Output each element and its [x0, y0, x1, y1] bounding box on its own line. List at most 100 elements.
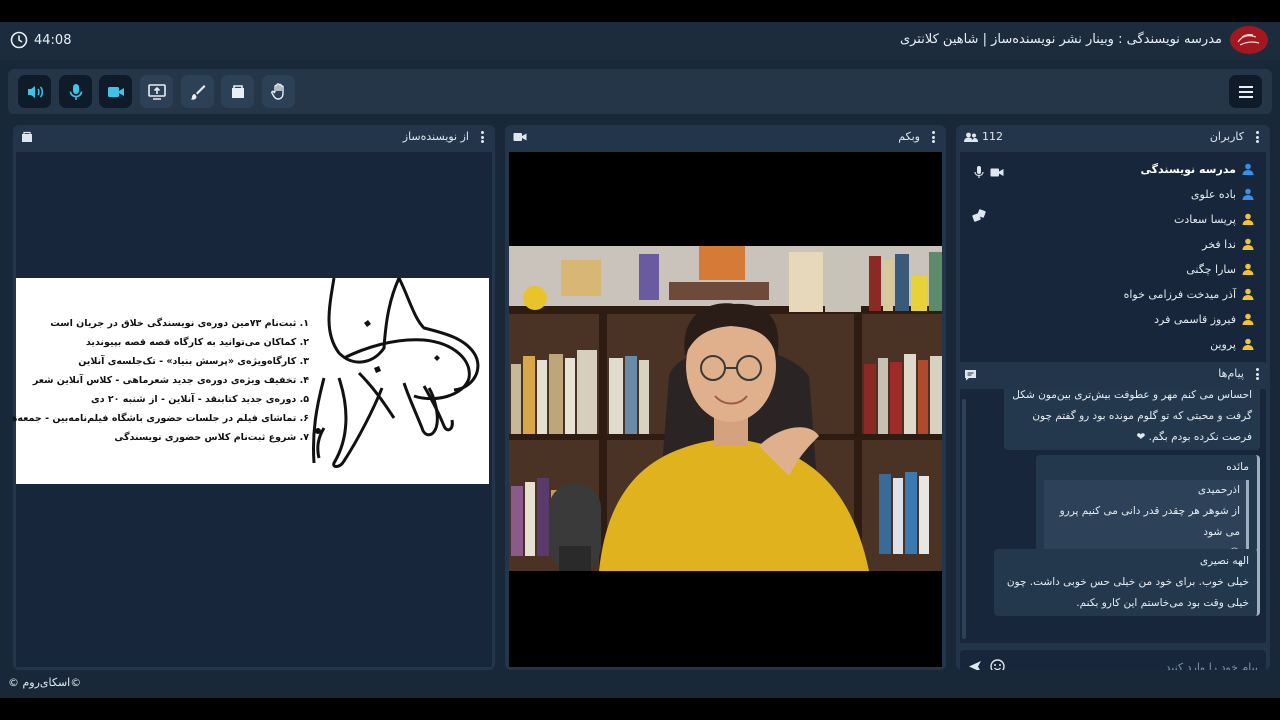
slide-item: ۴. تخفیف ویژه‌ی دوره‌ی جدید شعرماهی - کل…	[32, 375, 309, 386]
microphone-button[interactable]	[59, 75, 92, 108]
user-name: فیروز قاسمی فرد	[1154, 312, 1236, 326]
screen-share-button[interactable]	[140, 75, 173, 108]
speaker-icon	[27, 85, 43, 98]
hamburger-menu-icon	[1238, 85, 1253, 98]
user-row[interactable]: پروین	[1210, 334, 1254, 354]
chat-message: احساس می کنم مهر و عطوفت بیش‌تری بین‌مون…	[1004, 389, 1260, 450]
main-menu-button[interactable]	[1229, 75, 1262, 108]
webcam-panel: وبکم	[505, 125, 946, 670]
presentation-options-icon[interactable]	[477, 129, 487, 145]
brush-icon	[190, 84, 205, 100]
presentation-title: از نویسنده‌ساز	[402, 130, 469, 143]
webcam-options-icon[interactable]	[928, 129, 938, 145]
webcam-header: وبکم	[505, 125, 946, 149]
toolbar	[8, 69, 1272, 114]
files-button[interactable]	[221, 75, 254, 108]
messages-title: پیام‌ها	[1218, 367, 1244, 380]
camera-icon	[990, 168, 1004, 177]
file-icon	[22, 131, 32, 142]
user-row[interactable]: آذر میدخت فرزامی خواه	[1124, 284, 1254, 304]
message-text: خیلی خوب. برای خود من خیلی حس خوبی داشت.…	[1006, 576, 1249, 609]
microphone-icon	[974, 166, 984, 178]
user-name: سارا چگنی	[1186, 262, 1236, 276]
messages-panel: پیام‌ها احساس می کنم مهر و عطوفت بیش‌تری…	[956, 362, 1270, 670]
webcam-video-frame	[509, 246, 942, 571]
users-title: کاربران	[1209, 130, 1244, 143]
users-header: 112 کاربران	[956, 125, 1270, 149]
message-composer	[960, 650, 1266, 670]
user-name: پریسا سعادت	[1174, 212, 1236, 226]
raise-hand-icon	[270, 82, 284, 100]
timer-value: 44:08	[34, 32, 72, 48]
slide-item: ۷. شروع ثبت‌نام کلاس حضوری نویسندگی	[114, 432, 309, 443]
header-bar: 44:08 مدرسه نویسندگی : وبینار نشر نویسند…	[0, 22, 1280, 60]
users-count: 112	[982, 130, 1003, 143]
slide-item: ۳. کارگاه‌ویژه‌ی «پرسش بنیاد» - تک‌جلسه‌…	[78, 356, 309, 367]
message-input[interactable]	[1028, 656, 1258, 670]
slide-item: ۱. ثبت‌نام ۷۳مین دوره‌ی نویسندگی خلاق در…	[50, 318, 309, 329]
messages-options-icon[interactable]	[1252, 366, 1262, 382]
users-panel: 112 کاربران مدرسه نویسندگی باده علوی پری…	[956, 125, 1270, 377]
user-icon	[1242, 213, 1254, 225]
user-name: مدرسه نویسندگی	[1140, 162, 1236, 176]
message-sender: مائده	[1226, 461, 1249, 473]
user-row[interactable]: سارا چگنی	[1186, 259, 1254, 279]
emoji-icon[interactable]	[990, 659, 1005, 670]
message-sender: الهه نصیری	[1199, 555, 1249, 567]
logo-icon	[1230, 26, 1268, 54]
messages-scrollbar[interactable]	[962, 399, 966, 639]
camera-button[interactable]	[99, 75, 132, 108]
presentation-panel: از نویسنده‌ساز ۱. ثبت‌نام ۷۳مین دوره‌ی ن…	[13, 125, 495, 670]
user-name: باده علوی	[1190, 187, 1236, 201]
slide-item: ۶. تماشای فیلم در جلسات حضوری باشگاه فیل…	[13, 413, 309, 424]
user-icon	[1242, 313, 1254, 325]
user-icon	[1242, 338, 1254, 350]
screen-share-icon	[147, 83, 166, 100]
message-text: احساس می کنم مهر و عطوفت بیش‌تری بین‌مون…	[1012, 389, 1252, 443]
microphone-icon	[69, 83, 82, 100]
users-icon	[964, 132, 978, 142]
speaker-button[interactable]	[18, 75, 51, 108]
dice-icon	[972, 209, 986, 222]
app-frame: 44:08 مدرسه نویسندگی : وبینار نشر نویسند…	[0, 22, 1280, 698]
user-name: ندا فخر	[1202, 237, 1236, 251]
send-icon[interactable]	[968, 660, 982, 670]
user-row[interactable]: پریسا سعادت	[1174, 209, 1254, 229]
user-icon	[1242, 163, 1254, 175]
slide-announcements: ۱. ثبت‌نام ۷۳مین دوره‌ی نویسندگی خلاق در…	[13, 314, 309, 447]
user-name: پروین	[1210, 337, 1236, 351]
hand-with-pen-illustration	[312, 278, 480, 468]
users-options-icon[interactable]	[1252, 129, 1262, 145]
chat-message: الهه نصیری خیلی خوب. برای خود من خیلی حس…	[994, 549, 1260, 616]
user-row[interactable]: ندا فخر	[1202, 234, 1254, 254]
whiteboard-button[interactable]	[181, 75, 214, 108]
camera-icon	[513, 133, 527, 141]
user-row[interactable]: مدرسه نویسندگی	[1140, 159, 1254, 179]
slide-item: ۲. کماکان می‌توانید به کارگاه قصه قصه بپ…	[85, 337, 309, 348]
messages-list: احساس می کنم مهر و عطوفت بیش‌تری بین‌مون…	[960, 389, 1266, 643]
presentation-slide: ۱. ثبت‌نام ۷۳مین دوره‌ی نویسندگی خلاق در…	[13, 278, 489, 484]
slide-item: ۵. دوره‌ی جدید کتابنقد - آنلاین - از شنب…	[90, 394, 309, 405]
camera-icon	[107, 86, 124, 97]
user-icon	[1242, 238, 1254, 250]
user-icon	[1242, 263, 1254, 275]
user-icon	[1242, 288, 1254, 300]
user-row[interactable]: باده علوی	[1191, 184, 1254, 204]
quoted-sender: اذرحمیدی	[1197, 484, 1240, 496]
raise-hand-button[interactable]	[262, 75, 295, 108]
users-list: مدرسه نویسندگی باده علوی پریسا سعادت ندا…	[960, 152, 1266, 373]
user-name: آذر میدخت فرزامی خواه	[1123, 287, 1236, 301]
user-row[interactable]: فیروز قاسمی فرد	[1154, 309, 1254, 329]
chat-icon	[965, 370, 976, 381]
footer-brand: ©اسکای‌روم ©	[8, 676, 82, 689]
message-text: از شوهر هر چقدر قدر دانی می کنیم پررو می…	[1059, 505, 1240, 538]
session-timer: 44:08	[10, 31, 71, 49]
presentation-header: از نویسنده‌ساز	[13, 125, 495, 149]
webcam-stream	[509, 152, 942, 667]
user-icon	[1242, 188, 1254, 200]
messages-header: پیام‌ها	[956, 362, 1270, 386]
clock-icon	[10, 31, 28, 49]
webcam-title: وبکم	[898, 130, 920, 143]
file-icon	[231, 84, 244, 98]
room-title: مدرسه نویسندگی : وبینار نشر نویسنده‌ساز …	[899, 32, 1222, 47]
